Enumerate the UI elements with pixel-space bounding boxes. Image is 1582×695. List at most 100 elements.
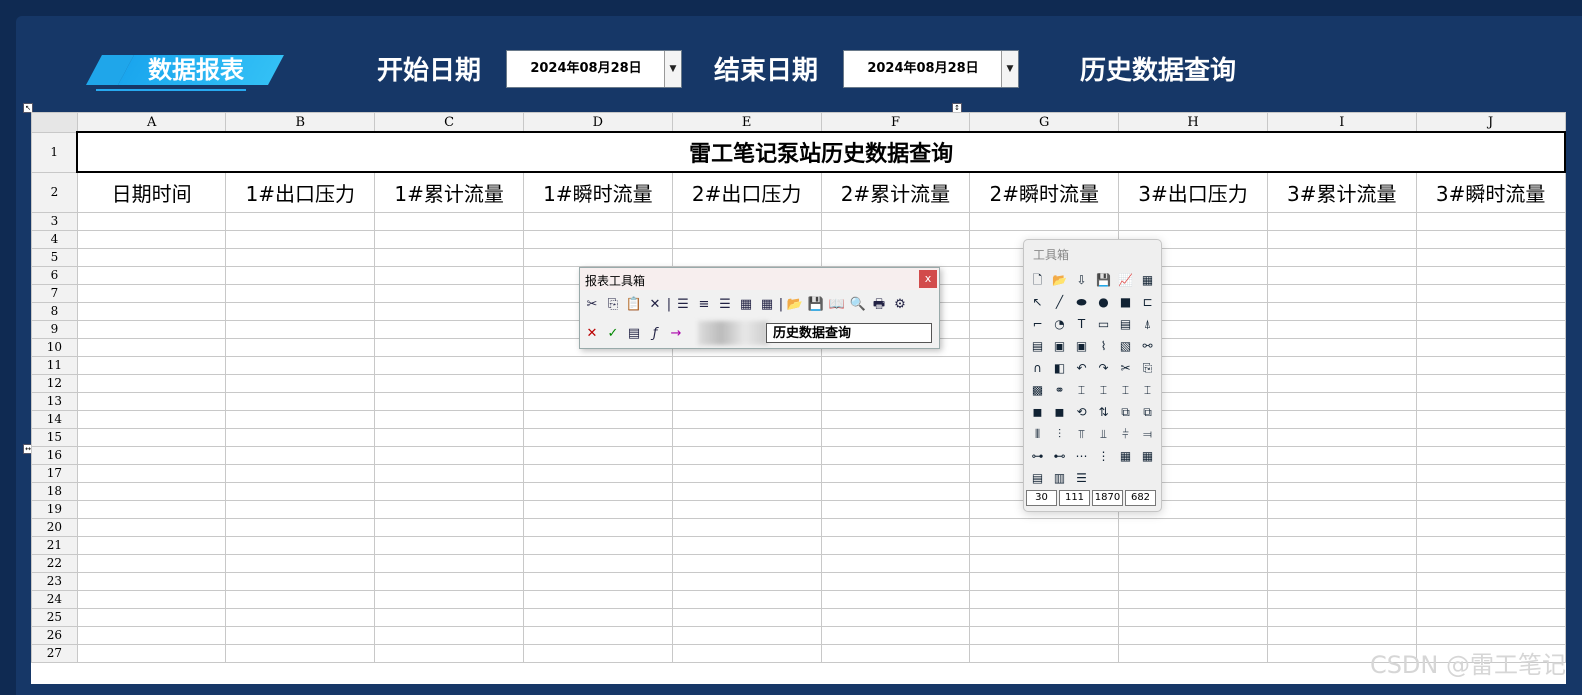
data-cell[interactable] [671, 445, 822, 465]
header-cell[interactable]: 2#出口压力 [671, 171, 822, 213]
column-header[interactable]: J [1415, 112, 1566, 133]
row-header[interactable]: 6 [31, 265, 78, 285]
data-cell[interactable] [820, 589, 971, 609]
data-cell[interactable] [76, 337, 227, 357]
data-cell[interactable] [76, 409, 227, 429]
data-cell[interactable] [225, 463, 376, 483]
data-cell[interactable] [969, 589, 1120, 609]
data-cell[interactable] [225, 391, 376, 411]
row-header[interactable]: 24 [31, 589, 78, 609]
header-cell[interactable]: 1#出口压力 [225, 171, 376, 213]
data-cell[interactable] [1266, 391, 1417, 411]
grid-icon[interactable]: ▦ [757, 295, 777, 315]
shape-icon[interactable]: ◧ [1049, 358, 1070, 379]
data-cell[interactable] [1415, 427, 1566, 447]
data-cell[interactable] [820, 391, 971, 411]
data-cell[interactable] [1266, 535, 1417, 555]
data-cell[interactable] [1415, 517, 1566, 537]
data-cell[interactable] [671, 373, 822, 393]
data-cell[interactable] [225, 301, 376, 321]
data-cell[interactable] [225, 517, 376, 537]
data-cell[interactable] [523, 643, 673, 663]
ungroup-icon[interactable]: ⚭ [1049, 380, 1070, 401]
data-cell[interactable] [374, 373, 524, 393]
width-field[interactable]: 1870 [1092, 490, 1123, 506]
group-icon[interactable]: ▩ [1027, 380, 1048, 401]
history-icon[interactable]: ▧ [1115, 336, 1136, 357]
data-cell[interactable] [671, 247, 822, 267]
cut-icon[interactable]: ✂ [582, 295, 602, 315]
corner-cell[interactable] [31, 112, 78, 133]
data-cell[interactable] [1415, 301, 1566, 321]
data-cell[interactable] [1118, 589, 1268, 609]
data-cell[interactable] [225, 427, 376, 447]
data-cell[interactable] [671, 391, 822, 411]
data-cell[interactable] [1415, 211, 1566, 231]
data-cell[interactable] [374, 391, 524, 411]
data-cell[interactable] [1266, 355, 1417, 375]
pattern-icon[interactable]: ▦ [1115, 446, 1136, 467]
data-cell[interactable] [225, 445, 376, 465]
row-header[interactable]: 22 [31, 553, 78, 573]
row-header[interactable]: 4 [31, 229, 78, 249]
data-cell[interactable] [1118, 517, 1268, 537]
chart-icon[interactable]: 📈 [1115, 270, 1136, 291]
merge-icon[interactable]: ▦ [736, 295, 756, 315]
data-cell[interactable] [225, 571, 376, 591]
cancel-icon[interactable]: ✕ [582, 324, 602, 344]
undo-icon[interactable]: ↶ [1071, 358, 1092, 379]
data-cell[interactable] [76, 247, 227, 267]
cut-icon[interactable]: ✂ [1115, 358, 1136, 379]
data-cell[interactable] [76, 517, 227, 537]
column-header[interactable]: C [374, 112, 524, 133]
header-cell[interactable]: 3#出口压力 [1118, 171, 1268, 213]
data-cell[interactable] [1415, 409, 1566, 429]
data-cell[interactable] [820, 463, 971, 483]
data-cell[interactable] [225, 499, 376, 519]
report-title-cell[interactable]: 雷工笔记泵站历史数据查询 [76, 131, 1566, 173]
paste-icon[interactable]: 📋 [624, 295, 644, 315]
align-middle-icon[interactable]: ⫪ [1071, 424, 1092, 445]
data-cell[interactable] [374, 301, 524, 321]
vspace-icon[interactable]: ⊷ [1049, 446, 1070, 467]
data-cell[interactable] [1266, 481, 1417, 501]
data-cell[interactable] [523, 391, 673, 411]
data-cell[interactable] [523, 499, 673, 519]
data-cell[interactable] [523, 517, 673, 537]
row-header[interactable]: 10 [31, 337, 78, 357]
align-right-icon[interactable]: ⫤ [1137, 424, 1158, 445]
front-icon[interactable]: ◼ [1027, 402, 1048, 423]
data-cell[interactable] [76, 355, 227, 375]
data-cell[interactable] [76, 463, 227, 483]
data-cell[interactable] [76, 643, 227, 663]
data-cell[interactable] [671, 589, 822, 609]
align-center-icon[interactable]: ≡ [694, 295, 714, 315]
data-cell[interactable] [374, 481, 524, 501]
column-header[interactable]: B [225, 112, 376, 133]
data-cell[interactable] [1266, 625, 1417, 645]
data-cell[interactable] [374, 229, 524, 249]
data-cell[interactable] [671, 517, 822, 537]
data-cell[interactable] [969, 517, 1120, 537]
data-cell[interactable] [225, 409, 376, 429]
distribute-icon[interactable]: ⌶ [1093, 380, 1114, 401]
data-cell[interactable] [76, 553, 227, 573]
row-header[interactable]: 9 [31, 319, 78, 339]
column-header[interactable]: D [523, 112, 673, 133]
fill-icon[interactable]: ▥ [1049, 468, 1070, 489]
data-cell[interactable] [820, 481, 971, 501]
row-header[interactable]: 1 [31, 131, 78, 173]
spreadsheet-table[interactable]: A B C D E F G H I J 1 雷工笔记泵站历史数据查询 2 日期时间 1#出口压力 1#累计流量… [31, 112, 1566, 663]
row-header[interactable]: 11 [31, 355, 78, 375]
data-cell[interactable] [671, 607, 822, 627]
data-cell[interactable] [820, 499, 971, 519]
row-header[interactable]: 21 [31, 535, 78, 555]
button-icon[interactable]: ▭ [1093, 314, 1114, 335]
confirm-icon[interactable]: ✓ [603, 324, 623, 344]
header-cell[interactable]: 3#累计流量 [1266, 171, 1417, 213]
data-cell[interactable] [1118, 211, 1268, 231]
import-icon[interactable]: ⇩ [1071, 270, 1092, 291]
data-cell[interactable] [523, 535, 673, 555]
color-icon[interactable]: ▤ [1027, 468, 1048, 489]
report-toolbox-window[interactable]: 报表工具箱 x ✂ ⎘ 📋 ✕ | ☰ ≡ ☰ ▦ ▦ | 📂 💾 📖 🔍 🖶 … [579, 267, 940, 349]
